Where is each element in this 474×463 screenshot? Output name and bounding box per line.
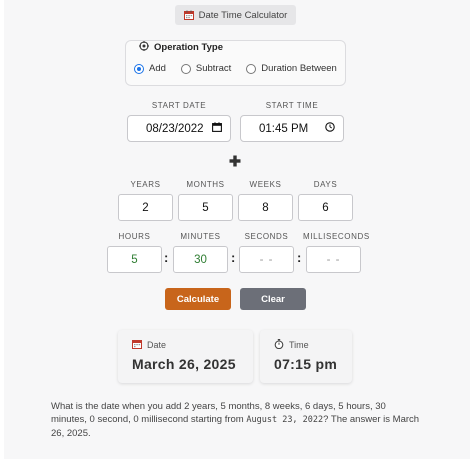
radio-subtract-label: Subtract xyxy=(195,63,232,74)
days-input[interactable]: 6 xyxy=(298,194,353,221)
radio-duration-between-indicator[interactable] xyxy=(246,63,257,74)
seconds-label: SECONDS xyxy=(244,232,289,241)
result-date-label: Date xyxy=(147,340,167,350)
start-time-input[interactable]: 01:45 PM xyxy=(240,115,344,142)
clock-picker-icon[interactable] xyxy=(325,122,335,135)
start-date-input[interactable]: 08/23/2022 xyxy=(127,115,231,142)
milliseconds-label: MILLISECONDS xyxy=(303,232,370,241)
radio-duration-between[interactable]: Duration Between xyxy=(246,63,337,74)
calendar-icon xyxy=(132,339,142,351)
result-text-start-date: August 23, 2022 xyxy=(246,415,324,425)
radio-subtract-indicator[interactable] xyxy=(180,63,191,74)
plus-icon xyxy=(229,154,241,167)
result-date-card: Date March 26, 2025 xyxy=(118,330,253,383)
calendar-picker-icon[interactable] xyxy=(212,122,222,135)
settings-icon xyxy=(139,41,149,54)
calendar-icon xyxy=(183,10,194,20)
result-date-label-row: Date xyxy=(132,339,166,351)
radio-add-indicator[interactable] xyxy=(134,63,144,74)
result-time-card: Time 07:15 pm xyxy=(260,330,352,383)
clear-button[interactable]: Clear xyxy=(240,288,306,310)
hours-label: HOURS xyxy=(118,232,151,241)
radio-add[interactable]: Add xyxy=(134,63,166,74)
months-input[interactable]: 5 xyxy=(178,194,233,221)
start-time-value: 01:45 PM xyxy=(259,122,309,135)
time-separator: : xyxy=(164,250,169,265)
stopwatch-icon xyxy=(274,339,284,351)
years-label: YEARS xyxy=(130,180,161,189)
seconds-input[interactable]: - - xyxy=(239,246,294,273)
operation-type-legend: Operation Type xyxy=(139,41,223,54)
operation-radio-row: Add Subtract Duration Between xyxy=(134,63,352,74)
result-time-label: Time xyxy=(289,340,309,350)
hours-input[interactable]: 5 xyxy=(107,246,162,273)
weeks-label: WEEKS xyxy=(249,180,282,189)
years-input[interactable]: 2 xyxy=(118,194,173,221)
result-explanation: What is the date when you add 2 years, 5… xyxy=(51,400,421,440)
minutes-input[interactable]: 30 xyxy=(173,246,228,273)
weeks-input[interactable]: 8 xyxy=(238,194,293,221)
result-time-label-row: Time xyxy=(274,339,309,351)
calculate-button[interactable]: Calculate xyxy=(165,288,231,310)
operation-type-label: Operation Type xyxy=(154,42,223,53)
start-time-label: START TIME xyxy=(265,101,319,110)
result-time-value: 07:15 pm xyxy=(274,356,338,372)
radio-add-label: Add xyxy=(149,63,166,74)
start-date-value: 08/23/2022 xyxy=(146,122,204,135)
days-label: DAYS xyxy=(313,180,338,189)
time-separator: : xyxy=(231,250,236,265)
radio-duration-between-label: Duration Between xyxy=(261,63,337,74)
time-separator: : xyxy=(297,250,302,265)
minutes-label: MINUTES xyxy=(180,232,221,241)
result-date-value: March 26, 2025 xyxy=(132,356,236,372)
milliseconds-input[interactable]: - - xyxy=(306,246,361,273)
radio-subtract[interactable]: Subtract xyxy=(180,63,232,74)
months-label: MONTHS xyxy=(186,180,225,189)
start-date-label: START DATE xyxy=(151,101,207,110)
calculator-title: Date Time Calculator xyxy=(198,9,288,21)
calculator-title-tab[interactable]: Date Time Calculator xyxy=(175,5,296,25)
